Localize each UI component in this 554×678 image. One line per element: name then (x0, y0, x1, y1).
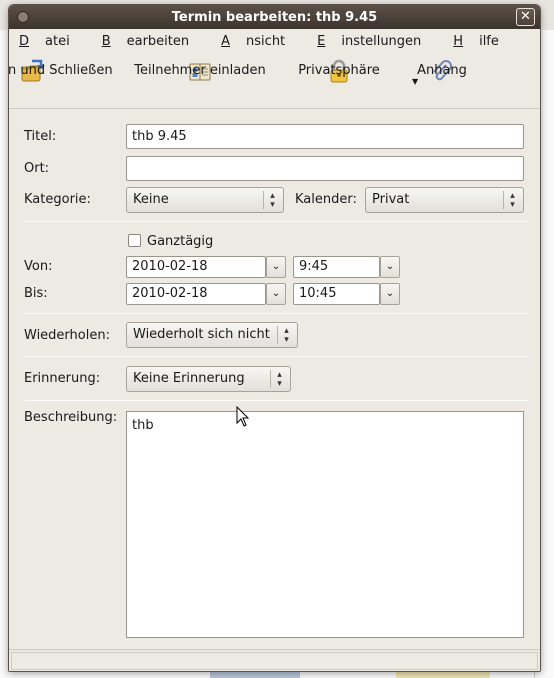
category-value: Keine (133, 192, 169, 207)
from-date-input[interactable]: 2010-02-18 (126, 256, 266, 278)
close-button[interactable]: ✕ (516, 8, 535, 26)
title-label: Titel: (24, 129, 57, 144)
menu-label-rest: ilfe (479, 33, 499, 49)
updown-arrows-icon: ▴ ▾ (270, 370, 288, 389)
calendar-select[interactable]: Privat ▴ ▾ (365, 187, 524, 213)
description-textarea[interactable]: thb (126, 411, 524, 638)
menu-hilfe[interactable]: Hilfe (453, 34, 515, 49)
separator (25, 313, 529, 314)
save-close-button[interactable]: Speichern und Schließen (9, 59, 113, 85)
attachment-button[interactable]: Anhang (417, 59, 467, 85)
from-time-input[interactable]: 9:45 (293, 256, 380, 278)
invite-attendees-button[interactable]: Teilnehmer einladen (134, 59, 266, 85)
privacy-button[interactable]: Privatsphäre (298, 59, 380, 85)
menu-bar: Datei Bearbeiten Ansicht Einstellungen H… (9, 29, 540, 53)
window-menu-button[interactable] (17, 11, 29, 23)
toolbar: Speichern und Schließen Teilnehmer einla… (9, 53, 540, 109)
privacy-dropdown-arrow[interactable]: ▼ (412, 77, 418, 86)
from-time-dropdown[interactable]: ⌄ (380, 256, 400, 278)
mouse-cursor-icon (236, 406, 250, 427)
attachment-label: Anhang (417, 63, 467, 78)
to-label: Bis: (24, 286, 48, 301)
to-time-dropdown[interactable]: ⌄ (380, 283, 400, 305)
from-label: Von: (24, 259, 53, 274)
menu-label-rest: earbeiten (126, 33, 190, 49)
separator (25, 400, 529, 401)
calendar-label: Kalender: (295, 192, 357, 207)
save-close-label: Speichern und Schließen (8, 63, 113, 78)
updown-arrows-icon: ▴ ▾ (503, 191, 521, 210)
repeat-label: Wiederholen: (24, 328, 110, 343)
description-label: Beschreibung: (24, 410, 118, 425)
location-input[interactable] (126, 156, 524, 181)
menu-mnemonic: H (453, 33, 464, 49)
menu-bearbeiten[interactable]: Bearbeiten (102, 34, 205, 49)
invite-attendees-label: Teilnehmer einladen (134, 63, 266, 78)
calendar-value: Privat (372, 192, 410, 207)
reminder-value: Keine Erinnerung (133, 371, 245, 386)
reminder-label: Erinnerung: (24, 371, 101, 386)
menu-ansicht[interactable]: Ansicht (221, 34, 301, 49)
category-label: Kategorie: (24, 192, 91, 207)
from-date-dropdown[interactable]: ⌄ (266, 256, 286, 278)
repeat-select[interactable]: Wiederholt sich nicht ▴ ▾ (126, 322, 298, 348)
menu-mnemonic: A (221, 33, 231, 49)
allday-checkbox[interactable] (128, 234, 141, 247)
menu-mnemonic: E (317, 33, 326, 49)
updown-arrows-icon: ▴ ▾ (277, 326, 295, 345)
to-date-dropdown[interactable]: ⌄ (266, 283, 286, 305)
menu-mnemonic: B (101, 33, 111, 49)
repeat-value: Wiederholt sich nicht (133, 327, 270, 342)
window-title: Termin bearbeiten: thb 9.45 (171, 9, 378, 25)
privacy-label: Privatsphäre (298, 63, 380, 78)
reminder-select[interactable]: Keine Erinnerung ▴ ▾ (126, 366, 291, 392)
event-form: Titel: thb 9.45 Ort: Kategorie: Keine ▴ ▾… (9, 109, 540, 649)
updown-arrows-icon: ▴ ▾ (263, 191, 281, 210)
title-input[interactable]: thb 9.45 (126, 124, 524, 149)
menu-einstellungen[interactable]: Einstellungen (317, 34, 437, 49)
separator (25, 221, 529, 222)
menu-label-rest: nsicht (246, 33, 286, 49)
menu-label-rest: instellungen (341, 33, 422, 49)
menu-label-rest: atei (45, 33, 70, 49)
category-select[interactable]: Keine ▴ ▾ (126, 187, 284, 213)
to-time-input[interactable]: 10:45 (293, 283, 380, 305)
to-date-input[interactable]: 2010-02-18 (126, 283, 266, 305)
title-bar: Termin bearbeiten: thb 9.45 ✕ (9, 5, 540, 29)
menu-datei[interactable]: Datei (19, 34, 86, 49)
separator (25, 356, 529, 357)
status-bar (9, 649, 540, 671)
allday-label: Ganztägig (147, 234, 214, 249)
event-editor-dialog: Termin bearbeiten: thb 9.45 ✕ Datei Bear… (8, 4, 541, 672)
location-label: Ort: (24, 161, 50, 176)
status-bar-frame (11, 652, 538, 670)
menu-mnemonic: D (19, 33, 30, 49)
